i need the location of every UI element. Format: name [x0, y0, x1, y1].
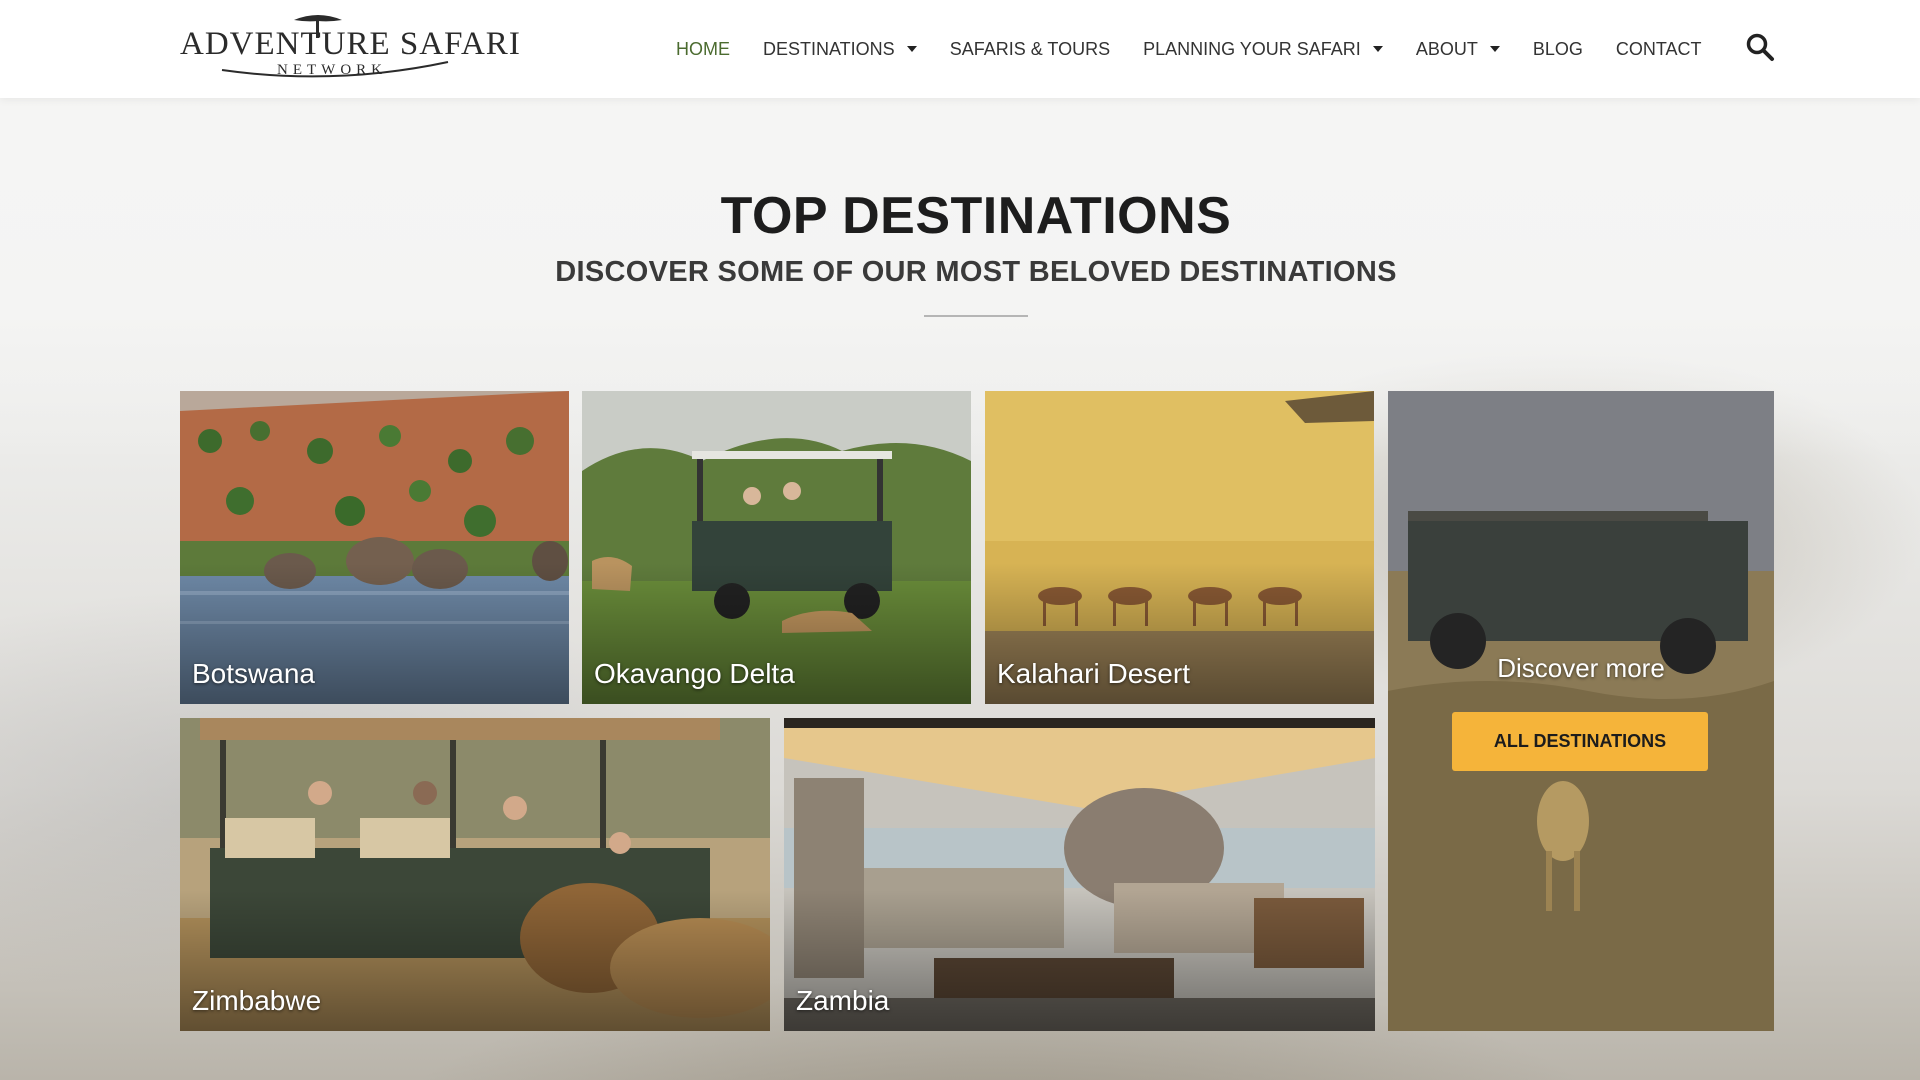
destination-card-botswana[interactable]: Botswana: [180, 391, 569, 704]
destination-card-kalahari-desert[interactable]: Kalahari Desert: [985, 391, 1374, 704]
section-divider: [924, 315, 1028, 317]
destination-label: Zimbabwe: [192, 985, 322, 1016]
destination-card-okavango-delta[interactable]: Okavango Delta: [582, 391, 971, 704]
main-nav: HOME DESTINATIONS SAFARIS & TOURS PLANNI…: [676, 0, 1735, 98]
logo-subtitle: NETWORK: [277, 62, 387, 78]
nav-destinations-label: DESTINATIONS: [763, 38, 895, 59]
nav-safaris-tours[interactable]: SAFARIS & TOURS: [950, 39, 1110, 60]
nav-planning[interactable]: PLANNING YOUR SAFARI: [1143, 39, 1383, 60]
nav-planning-label: PLANNING YOUR SAFARI: [1143, 38, 1361, 59]
nav-contact-label: CONTACT: [1615, 38, 1702, 59]
nav-about-label: ABOUT: [1415, 38, 1478, 59]
caret-down-icon: [1372, 46, 1383, 52]
caret-down-icon: [1489, 46, 1500, 52]
discover-more-card: Discover more ALL DESTINATIONS: [1388, 391, 1774, 1031]
destination-card-zambia[interactable]: Zambia: [784, 718, 1375, 1031]
section-subtitle: DISCOVER SOME OF OUR MOST BELOVED DESTIN…: [555, 256, 1397, 288]
section-title: TOP DESTINATIONS: [720, 187, 1232, 245]
nav-safaris-tours-label: SAFARIS & TOURS: [949, 38, 1111, 59]
destination-label: Zambia: [796, 985, 890, 1016]
nav-blog[interactable]: BLOG: [1533, 39, 1583, 60]
caret-down-icon: [906, 46, 917, 52]
destination-label: Botswana: [192, 658, 315, 689]
destination-label: Okavango Delta: [594, 658, 795, 689]
site-header: ADVENTURE SAFARI NETWORK HOME DESTINATIO…: [0, 0, 1920, 98]
nav-contact[interactable]: CONTACT: [1616, 39, 1702, 60]
nav-blog-label: BLOG: [1532, 38, 1583, 59]
all-destinations-button[interactable]: ALL DESTINATIONS: [1452, 712, 1708, 771]
nav-home[interactable]: HOME: [676, 39, 730, 60]
destination-card-zimbabwe[interactable]: Zimbabwe: [180, 718, 770, 1031]
nav-destinations[interactable]: DESTINATIONS: [763, 39, 917, 60]
site-logo[interactable]: ADVENTURE SAFARI NETWORK: [180, 12, 520, 82]
jeep-and-cheetah-image: [1388, 391, 1774, 1031]
nav-about[interactable]: ABOUT: [1416, 39, 1500, 60]
search-icon[interactable]: [1745, 32, 1775, 62]
discover-more-label: Discover more: [1497, 653, 1665, 683]
nav-home-label: HOME: [676, 38, 730, 59]
destination-label: Kalahari Desert: [997, 658, 1190, 689]
